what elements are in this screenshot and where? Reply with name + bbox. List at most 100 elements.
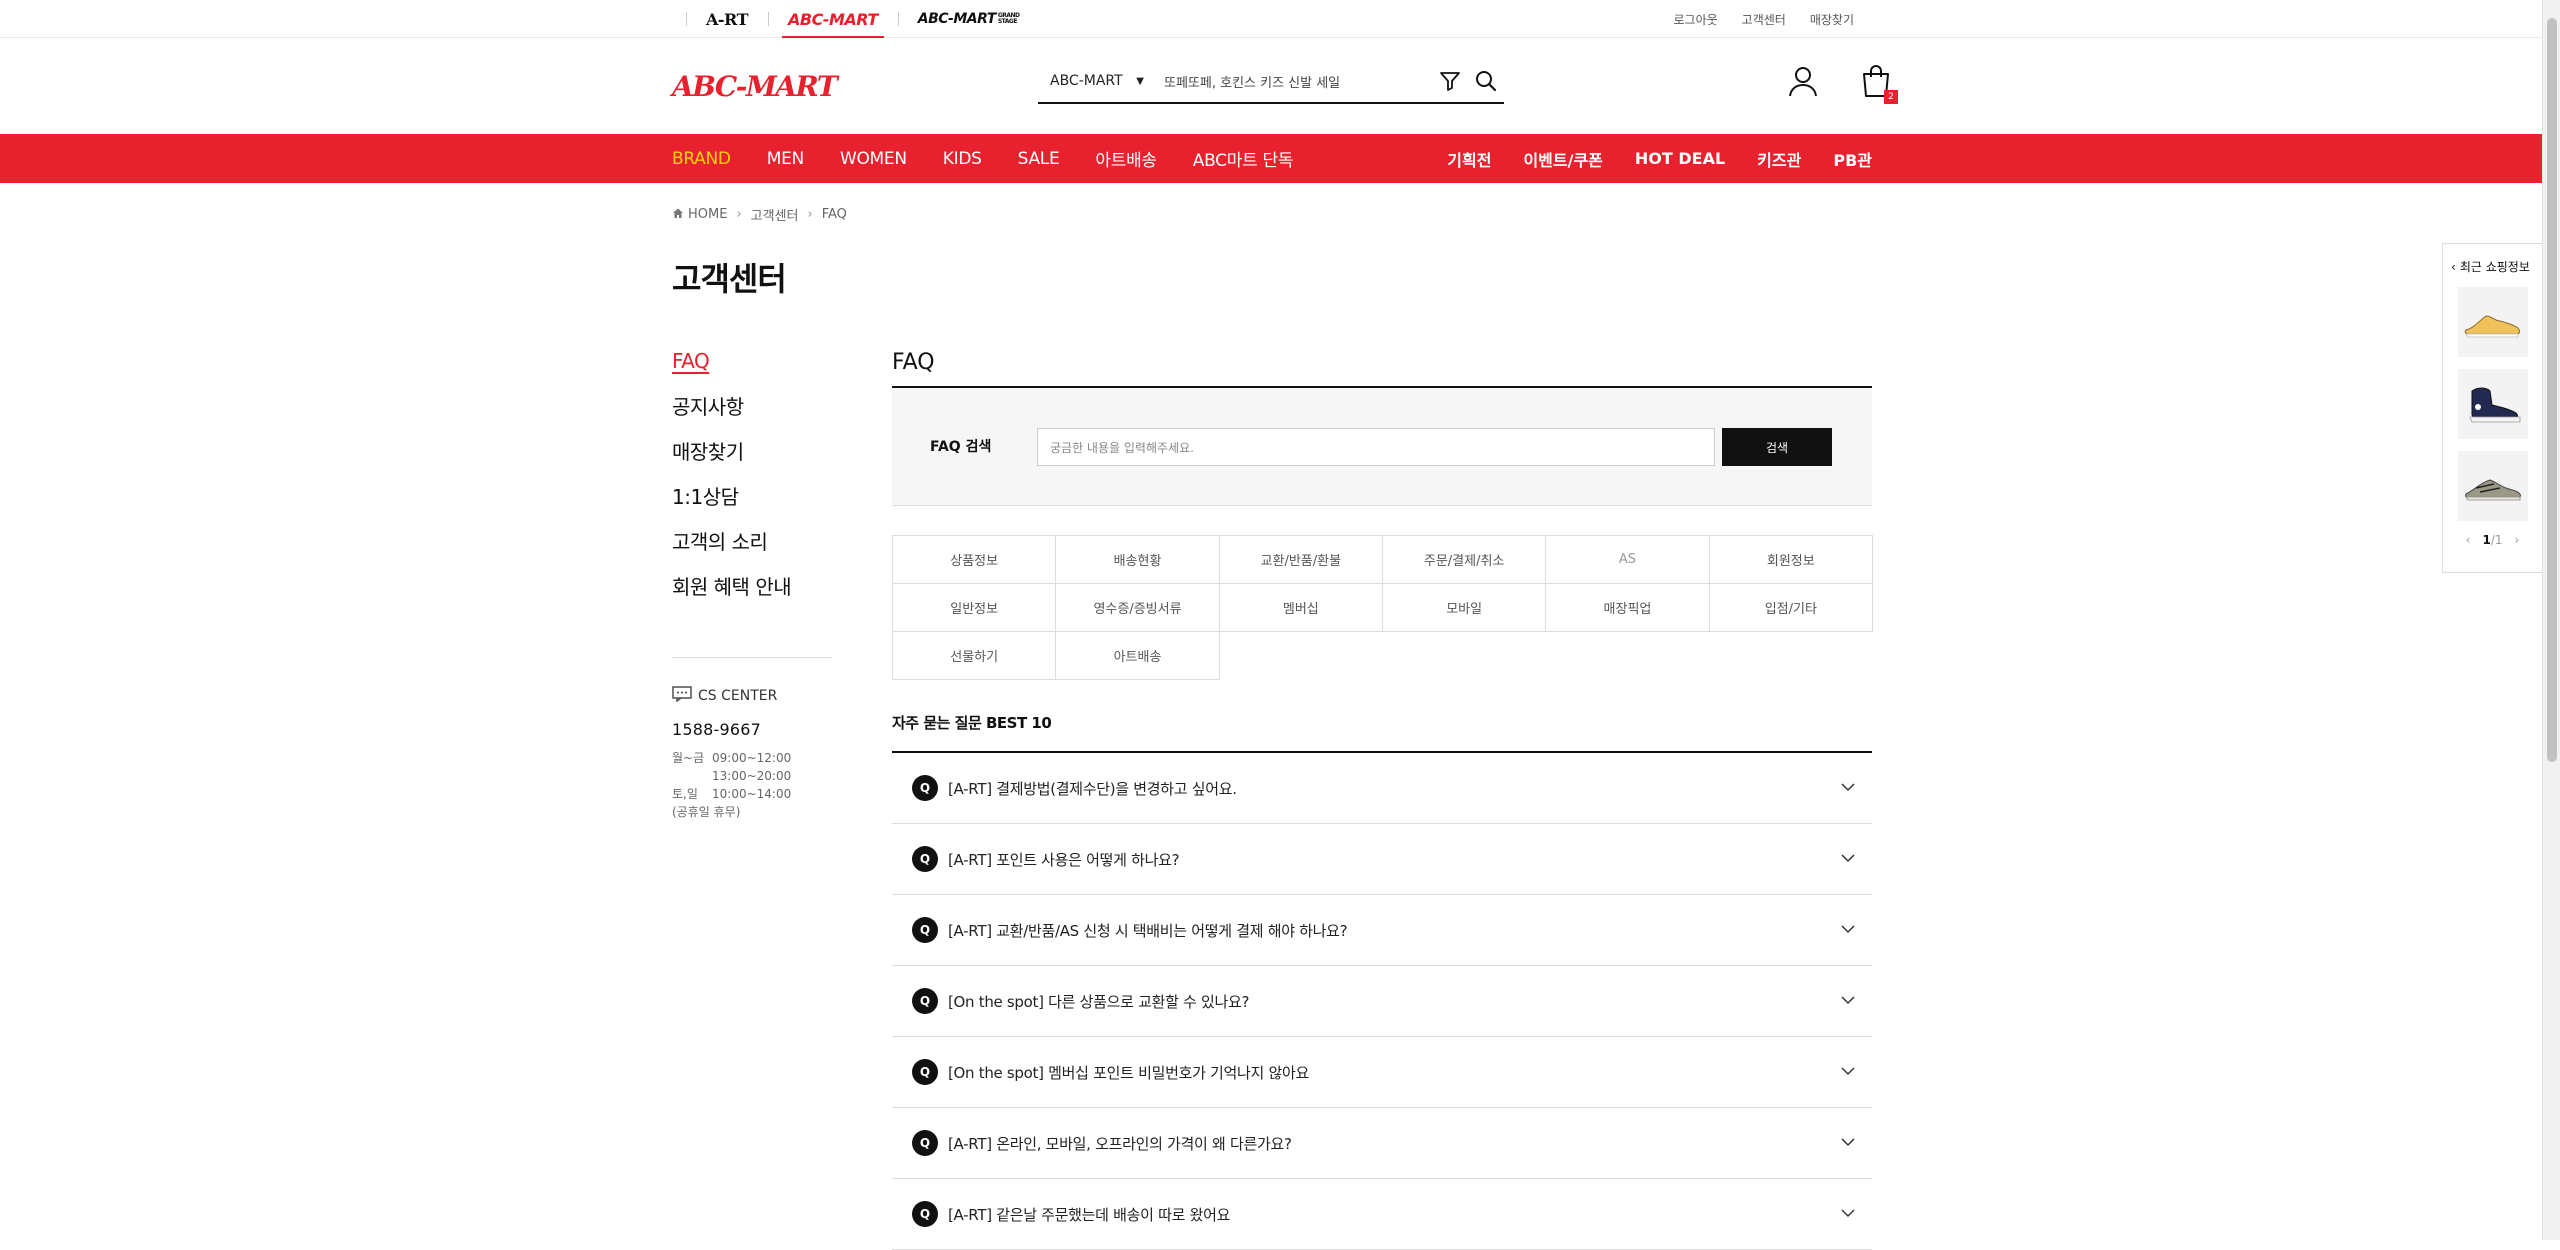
breadcrumb-customer-center[interactable]: 고객센터 bbox=[751, 205, 799, 224]
chevron-down-icon bbox=[1841, 783, 1855, 792]
side-menu-label: 매장찾기 bbox=[672, 440, 744, 464]
faq-category-general[interactable]: 일반정보 bbox=[892, 583, 1057, 632]
faq-item[interactable]: Q [A-RT] 포인트 사용은 어떻게 하나요? bbox=[892, 824, 1872, 895]
brand-tab-art[interactable]: A-RT bbox=[686, 0, 768, 38]
cs-hours: 월~금 09:00~12:00 13:00~20:00 토,일 10:00~14:0… bbox=[672, 749, 872, 821]
search-icon[interactable] bbox=[1468, 69, 1504, 93]
cs-hours-row: 토,일 10:00~14:00 bbox=[672, 785, 872, 803]
side-menu-label: 회원 혜택 안내 bbox=[672, 575, 792, 599]
faq-category-order-payment[interactable]: 주문/결제/취소 bbox=[1381, 535, 1547, 584]
faq-search-input[interactable]: 궁금한 내용을 입력해주세요. bbox=[1037, 428, 1715, 466]
recent-product-thumb[interactable] bbox=[2458, 451, 2528, 521]
top-utility-bar: A-RT ABC-MART ABC-MART GRAND STAGE 로그아웃 고… bbox=[0, 0, 2542, 38]
store-finder-link[interactable]: 매장찾기 bbox=[1810, 11, 1854, 28]
brand-tab-abcmart[interactable]: ABC-MART bbox=[767, 0, 898, 38]
chevron-down-icon bbox=[1841, 925, 1855, 934]
nav-sale[interactable]: SALE bbox=[1018, 149, 1060, 169]
faq-category-grid: 상품정보 배송현황 교환/반품/환불 주문/결제/취소 AS 회원정보 일반정보… bbox=[892, 535, 1873, 680]
nav-hot-deal[interactable]: HOT DEAL bbox=[1635, 149, 1725, 168]
side-menu-member-benefits[interactable]: 회원 혜택 안내 bbox=[672, 563, 832, 608]
faq-question: [A-RT] 같은날 주문했는데 배송이 따로 왔어요 bbox=[948, 1205, 1231, 1224]
search-scope-select[interactable]: ABC-MART ▼ bbox=[1038, 73, 1158, 89]
navy-high-top-icon bbox=[2469, 387, 2521, 423]
faq-category-store-pickup[interactable]: 매장픽업 bbox=[1545, 583, 1710, 632]
nav-kids-hall[interactable]: 키즈관 bbox=[1757, 147, 1801, 171]
faq-question: [A-RT] 온라인, 모바일, 오프라인의 가격이 왜 다른가요? bbox=[948, 1134, 1292, 1153]
nav-brand[interactable]: BRAND bbox=[672, 149, 731, 169]
main-nav-left: BRAND MEN WOMEN KIDS SALE 아트배송 ABC마트 단독 bbox=[672, 134, 1329, 183]
faq-item[interactable]: Q [On the spot] 다른 상품으로 교환할 수 있나요? bbox=[892, 966, 1872, 1037]
cs-side-menu: FAQ 공지사항 매장찾기 1:1상담 고객의 소리 회원 혜택 안내 bbox=[672, 338, 832, 608]
faq-category-gift[interactable]: 선물하기 bbox=[892, 631, 1057, 680]
scrollbar-thumb[interactable] bbox=[2547, 18, 2557, 762]
faq-question: [A-RT] 교환/반품/AS 신청 시 택배비는 어떻게 결제 해야 하나요? bbox=[948, 921, 1348, 940]
nav-kids[interactable]: KIDS bbox=[943, 149, 982, 169]
chevron-right-icon: › bbox=[736, 207, 742, 222]
recent-product-thumb[interactable] bbox=[2458, 369, 2528, 439]
cs-hours-time: 09:00~12:00 bbox=[712, 751, 792, 765]
faq-item[interactable]: Q [A-RT] 같은날 주문했는데 배송이 따로 왔어요 bbox=[892, 1179, 1872, 1250]
faq-category-mobile[interactable]: 모바일 bbox=[1381, 583, 1547, 632]
nav-pb-hall[interactable]: PB관 bbox=[1833, 147, 1872, 171]
faq-category-delivery[interactable]: 배송현황 bbox=[1055, 535, 1220, 584]
faq-item[interactable]: Q [A-RT] 온라인, 모바일, 오프라인의 가격이 왜 다른가요? bbox=[892, 1108, 1872, 1179]
pager-prev-icon[interactable]: ‹ bbox=[2466, 533, 2471, 547]
question-badge: Q bbox=[912, 988, 938, 1014]
side-menu-1on1[interactable]: 1:1상담 bbox=[672, 473, 832, 518]
faq-item[interactable]: Q [A-RT] 교환/반품/AS 신청 시 택배비는 어떻게 결제 해야 하나… bbox=[892, 895, 1872, 966]
nav-women[interactable]: WOMEN bbox=[840, 149, 907, 169]
breadcrumb-faq[interactable]: FAQ bbox=[822, 207, 847, 222]
nav-men[interactable]: MEN bbox=[767, 149, 805, 169]
filter-icon[interactable] bbox=[1432, 69, 1468, 93]
cart-icon[interactable]: 2 bbox=[1860, 64, 1898, 104]
recent-product-thumb[interactable] bbox=[2458, 287, 2528, 357]
logout-link[interactable]: 로그아웃 bbox=[1673, 11, 1717, 28]
faq-category-art-delivery[interactable]: 아트배송 bbox=[1055, 631, 1220, 680]
pager-next-icon[interactable]: › bbox=[2515, 533, 2520, 547]
faq-item[interactable]: Q [A-RT] 결제방법(결제수단)을 변경하고 싶어요. bbox=[892, 753, 1872, 824]
faq-category-membership[interactable]: 멤버십 bbox=[1218, 583, 1383, 632]
faq-search-button[interactable]: 검색 bbox=[1722, 428, 1832, 466]
breadcrumb-home[interactable]: HOME bbox=[688, 207, 727, 222]
user-icon[interactable] bbox=[1786, 64, 1820, 102]
customer-center-link[interactable]: 고객센터 bbox=[1742, 11, 1786, 28]
faq-category-receipt[interactable]: 영수증/증빙서류 bbox=[1055, 583, 1220, 632]
brand-tab-grandstage[interactable]: ABC-MART GRAND STAGE bbox=[897, 0, 1046, 38]
faq-question: [A-RT] 결제방법(결제수단)을 변경하고 싶어요. bbox=[948, 779, 1237, 798]
side-menu-voice[interactable]: 고객의 소리 bbox=[672, 518, 832, 563]
site-logo[interactable]: ABC-MART bbox=[672, 70, 838, 103]
faq-category-exchange-return[interactable]: 교환/반품/환불 bbox=[1218, 535, 1383, 584]
side-menu-store-finder[interactable]: 매장찾기 bbox=[672, 428, 832, 473]
side-menu-notice[interactable]: 공지사항 bbox=[672, 383, 832, 428]
faq-category-as[interactable]: AS bbox=[1545, 535, 1710, 584]
cs-hours-day: 월~금 bbox=[672, 751, 705, 765]
brand-tab-grandstage-small: GRAND STAGE bbox=[997, 12, 1020, 25]
chevron-down-icon bbox=[1841, 854, 1855, 863]
util-links: 로그아웃 고객센터 매장찾기 bbox=[1649, 0, 1854, 38]
nav-exclusive[interactable]: ABC마트 단독 bbox=[1193, 146, 1294, 171]
side-divider bbox=[672, 657, 832, 658]
faq-item[interactable]: Q [On the spot] 멤버십 포인트 비밀번호가 기억나지 않아요 bbox=[892, 1037, 1872, 1108]
chevron-down-icon bbox=[1841, 1067, 1855, 1076]
pager-current: 1 bbox=[2482, 533, 2491, 547]
faq-category-member-info[interactable]: 회원정보 bbox=[1708, 535, 1873, 584]
nav-events-coupons[interactable]: 이벤트/쿠폰 bbox=[1523, 147, 1602, 171]
search-input[interactable]: 또페또페, 호킨스 키즈 신발 세일 bbox=[1158, 72, 1432, 91]
yellow-sneaker-icon bbox=[2464, 315, 2520, 338]
faq-category-product-info[interactable]: 상품정보 bbox=[892, 535, 1057, 584]
side-menu-label: 고객의 소리 bbox=[672, 530, 768, 554]
nav-promotions[interactable]: 기획전 bbox=[1447, 147, 1491, 171]
cs-phone: 1588-9667 bbox=[672, 720, 762, 739]
side-menu-faq[interactable]: FAQ bbox=[672, 338, 832, 383]
header-icons: 2 bbox=[1786, 64, 1898, 104]
breadcrumb: HOME › 고객센터 › FAQ bbox=[672, 205, 847, 224]
recent-shopping-toggle[interactable]: ‹ 최근 쇼핑정보 bbox=[2443, 244, 2542, 275]
recent-pager: ‹ 1/1 › bbox=[2443, 533, 2542, 547]
page-scrollbar[interactable] bbox=[2542, 0, 2560, 1240]
faq-search-box: FAQ 검색 궁금한 내용을 입력해주세요. 검색 bbox=[892, 386, 1872, 506]
question-badge: Q bbox=[912, 917, 938, 943]
global-search: ABC-MART ▼ 또페또페, 호킨스 키즈 신발 세일 bbox=[1038, 60, 1504, 104]
nav-art-delivery[interactable]: 아트배송 bbox=[1095, 146, 1157, 171]
faq-category-partnership[interactable]: 입점/기타 bbox=[1708, 583, 1873, 632]
faq-question: [A-RT] 포인트 사용은 어떻게 하나요? bbox=[948, 850, 1180, 869]
